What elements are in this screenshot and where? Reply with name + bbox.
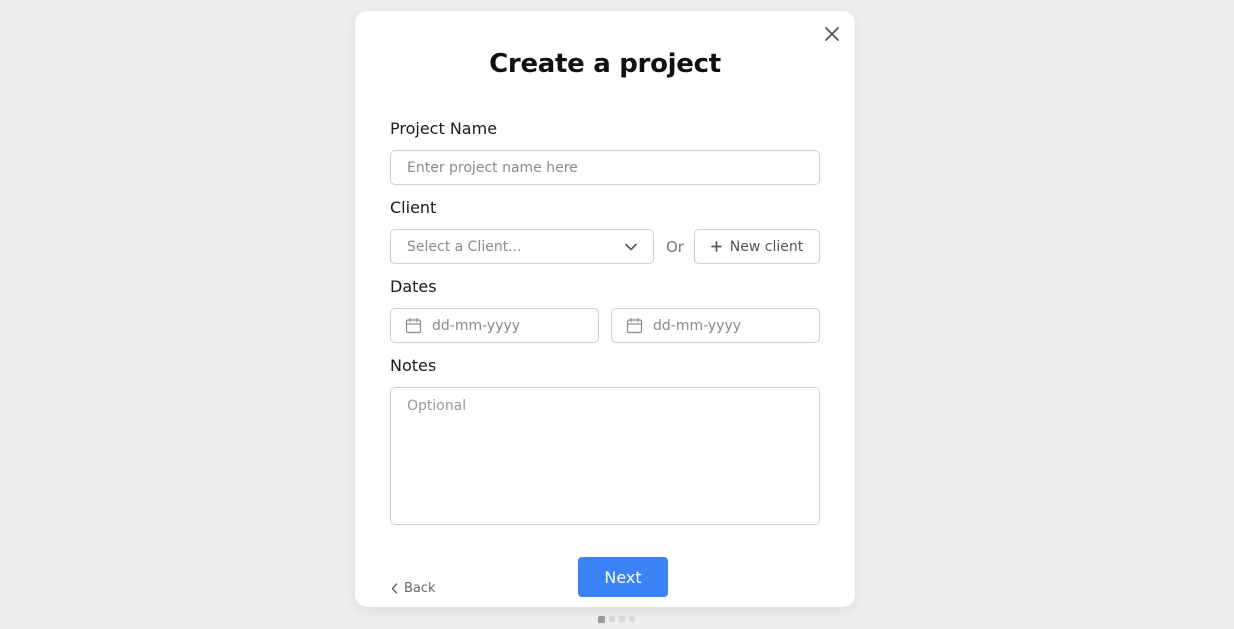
client-label: Client xyxy=(390,198,437,217)
chevron-down-icon xyxy=(625,243,637,250)
or-separator: Or xyxy=(666,238,684,256)
project-name-input[interactable] xyxy=(390,150,820,185)
step-indicator xyxy=(598,615,635,623)
end-date-placeholder: dd-mm-yyyy xyxy=(653,317,742,334)
notes-label: Notes xyxy=(390,356,437,375)
dates-label: Dates xyxy=(390,277,437,296)
start-date-placeholder: dd-mm-yyyy xyxy=(432,317,521,334)
project-name-label: Project Name xyxy=(390,119,498,138)
next-button[interactable]: Next xyxy=(578,557,668,597)
step-dot xyxy=(598,615,605,623)
step-dot xyxy=(619,616,625,622)
back-button[interactable]: Back xyxy=(391,568,436,608)
client-select-placeholder: Select a Client... xyxy=(407,238,522,255)
notes-textarea[interactable] xyxy=(390,387,820,525)
close-icon xyxy=(825,27,839,41)
step-dot xyxy=(609,616,615,622)
calendar-icon xyxy=(626,317,643,334)
calendar-icon xyxy=(405,317,422,334)
step-dot xyxy=(629,616,635,622)
create-project-modal: Create a project Project Name Client Sel… xyxy=(355,11,855,607)
start-date-field[interactable]: dd-mm-yyyy xyxy=(390,308,599,343)
close-button[interactable] xyxy=(823,25,841,43)
new-client-label: New client xyxy=(729,238,804,255)
back-label: Back xyxy=(404,580,436,596)
chevron-left-icon xyxy=(391,582,398,594)
new-client-button[interactable]: New client xyxy=(694,229,820,264)
modal-title: Create a project xyxy=(489,49,721,79)
end-date-field[interactable]: dd-mm-yyyy xyxy=(611,308,820,343)
plus-icon xyxy=(710,241,722,252)
client-select[interactable]: Select a Client... xyxy=(390,229,654,264)
